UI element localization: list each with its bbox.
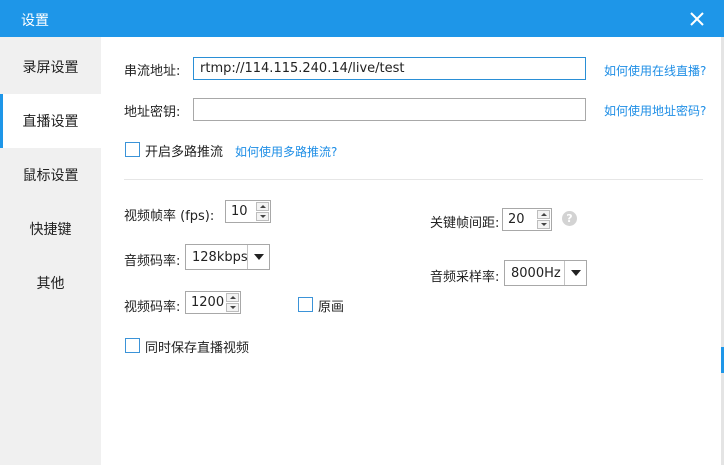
audio-samplerate-select[interactable]: 8000Hz: [504, 260, 587, 286]
help-link-multi-push[interactable]: 如何使用多路推流?: [235, 143, 337, 160]
sidebar-item-label: 其他: [36, 276, 65, 292]
video-bitrate-spinbox[interactable]: 1200: [185, 291, 241, 314]
fps-decrement-button[interactable]: [256, 212, 269, 221]
sidebar-item-label: 直播设置: [22, 114, 79, 130]
window-title: 设置: [21, 13, 49, 29]
sidebar-item-other[interactable]: 其他: [0, 256, 101, 310]
stream-key-input[interactable]: [193, 98, 586, 121]
stream-url-label: 串流地址:: [124, 64, 181, 79]
video-bitrate-decrement-button[interactable]: [226, 303, 239, 312]
help-link-key[interactable]: 如何使用地址密码?: [604, 102, 706, 119]
keyframe-help-icon[interactable]: ?: [562, 211, 577, 226]
original-quality-label: 原画: [318, 300, 345, 315]
keyframe-label: 关键帧间距:: [430, 216, 500, 231]
audio-bitrate-label: 音频码率:: [124, 254, 181, 269]
stream-url-input[interactable]: [193, 57, 586, 80]
audio-bitrate-value: 128kbps: [192, 250, 248, 265]
video-bitrate-label: 视频码率:: [124, 300, 181, 315]
sidebar-item-record-settings[interactable]: 录屏设置: [0, 40, 101, 94]
multi-push-checkbox[interactable]: [125, 142, 140, 157]
keyframe-increment-button[interactable]: [537, 210, 550, 219]
sidebar: 录屏设置 直播设置 鼠标设置 快捷键 其他: [0, 37, 101, 465]
sidebar-item-label: 鼠标设置: [22, 168, 79, 184]
multi-push-label: 开启多路推流: [145, 145, 224, 160]
video-bitrate-increment-button[interactable]: [226, 293, 239, 302]
sidebar-item-hotkeys[interactable]: 快捷键: [0, 202, 101, 256]
section-divider: [124, 179, 703, 180]
help-link-online-live[interactable]: 如何使用在线直播?: [604, 62, 706, 79]
stream-key-label: 地址密钥:: [124, 105, 181, 120]
save-live-video-checkbox[interactable]: [125, 338, 140, 353]
close-icon[interactable]: [686, 8, 708, 30]
fps-value: 10: [231, 204, 248, 219]
chevron-down-icon[interactable]: [247, 245, 269, 269]
audio-bitrate-select[interactable]: 128kbps: [185, 244, 270, 270]
sidebar-item-mouse-settings[interactable]: 鼠标设置: [0, 148, 101, 202]
title-bar: 设置: [0, 0, 724, 37]
fps-spinbox[interactable]: 10: [225, 200, 271, 223]
save-live-video-label: 同时保存直播视频: [145, 341, 250, 356]
audio-samplerate-label: 音频采样率:: [430, 270, 500, 285]
keyframe-value: 20: [508, 212, 525, 227]
original-quality-checkbox[interactable]: [298, 297, 313, 312]
chevron-down-icon[interactable]: [564, 261, 586, 285]
sidebar-item-label: 录屏设置: [22, 60, 79, 76]
keyframe-decrement-button[interactable]: [537, 220, 550, 229]
fps-label: 视频帧率 (fps):: [124, 209, 215, 224]
keyframe-spinbox[interactable]: 20: [502, 208, 552, 231]
fps-increment-button[interactable]: [256, 202, 269, 211]
video-bitrate-value: 1200: [191, 295, 225, 310]
audio-samplerate-value: 8000Hz: [511, 266, 561, 281]
sidebar-item-live-settings[interactable]: 直播设置: [0, 94, 101, 148]
sidebar-item-label: 快捷键: [29, 222, 72, 238]
